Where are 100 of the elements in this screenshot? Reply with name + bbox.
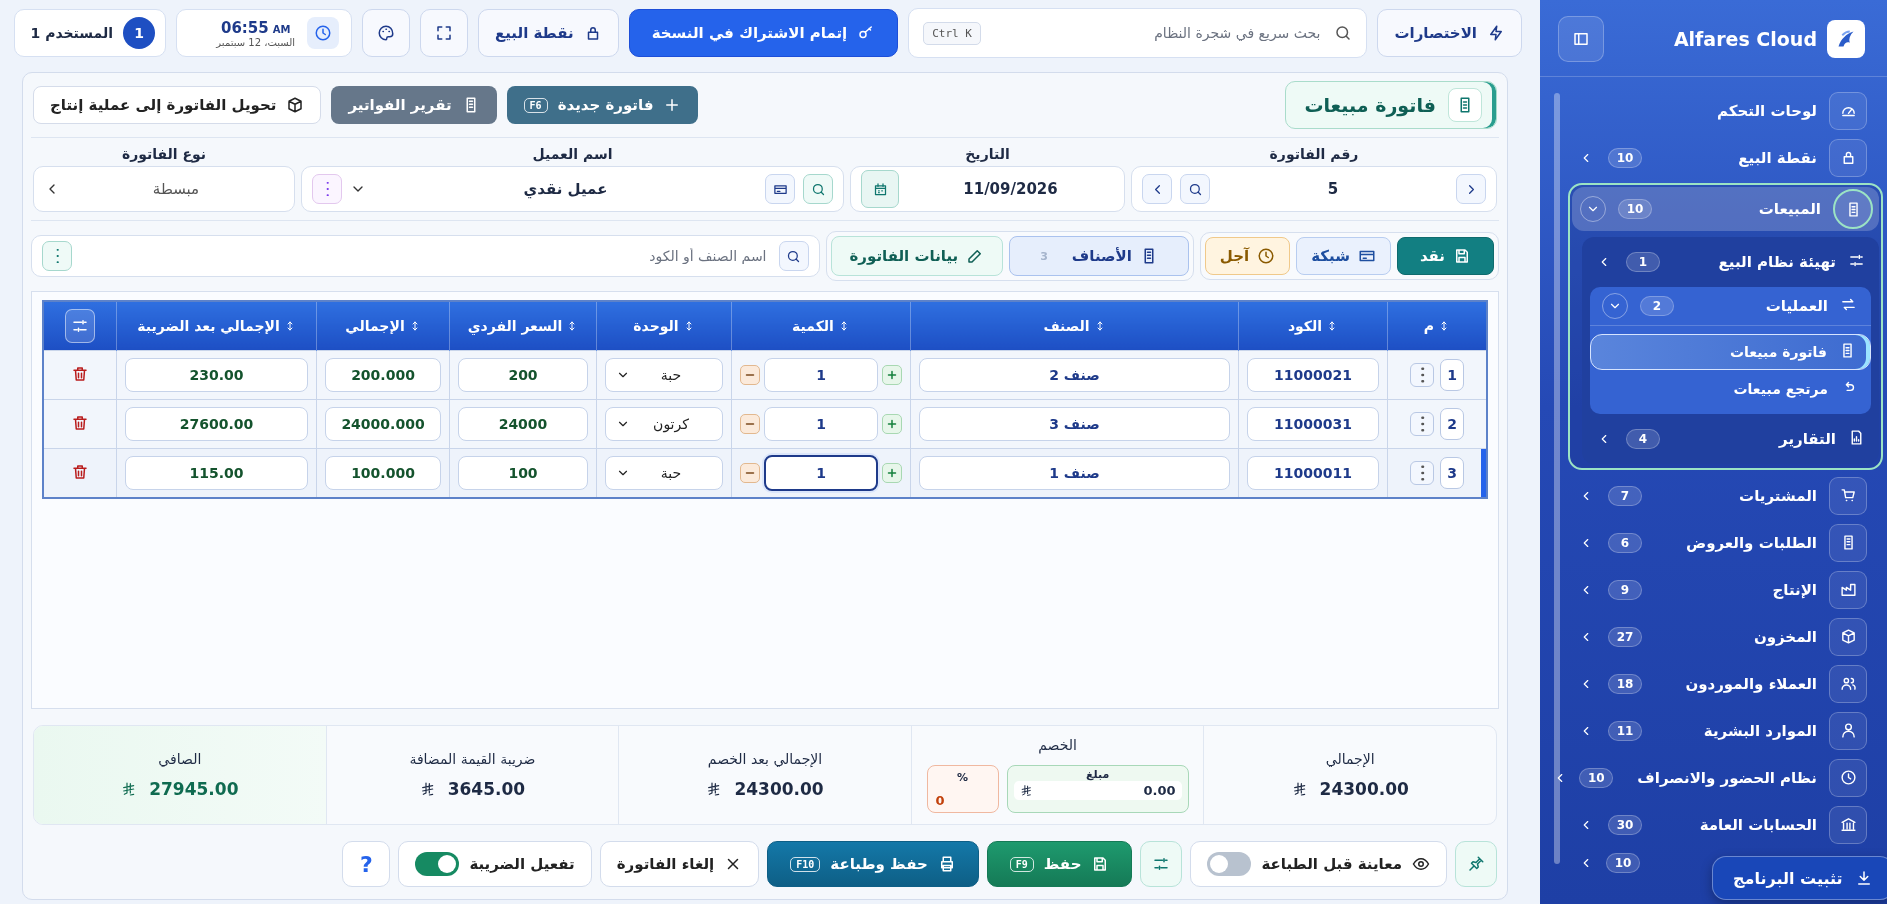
clock-time: 06:55 — [220, 18, 269, 37]
payment-tab[interactable]: آجل — [1204, 237, 1291, 275]
total-field[interactable]: 200.000 — [325, 358, 441, 392]
column-header[interactable]: الإجمالي — [316, 301, 450, 351]
column-header[interactable]: الوحدة — [596, 301, 732, 351]
trash-icon — [71, 413, 89, 432]
column-header[interactable]: الصنف — [910, 301, 1239, 351]
customer-field[interactable]: عميل نقدي — [301, 166, 844, 212]
palette-icon — [377, 24, 395, 42]
increase-button[interactable] — [882, 463, 902, 483]
row-menu-button[interactable] — [1410, 412, 1434, 436]
scrollbar[interactable] — [1554, 93, 1560, 864]
quantity-field[interactable]: 1 — [764, 455, 878, 491]
nav-item[interactable]: لوحات التحكم — [1568, 87, 1873, 134]
user-avatar: 1 — [123, 17, 155, 49]
action-button[interactable]: تقرير الفواتير — [331, 86, 497, 124]
field-label: التاريخ — [965, 146, 1010, 162]
unit-select[interactable]: حبة — [605, 358, 723, 392]
count-badge: 1 — [1626, 252, 1660, 272]
unit-select[interactable]: حبة — [605, 456, 723, 490]
riyal-icon — [419, 781, 436, 797]
code-field[interactable]: 11000011 — [1247, 456, 1379, 490]
count-badge: 18 — [1608, 673, 1642, 694]
tax-toggle[interactable]: تفعيل الضريبة — [398, 841, 592, 887]
shortcuts-button[interactable]: الاختصارات — [1377, 9, 1522, 57]
shortcut-key: F10 — [790, 856, 821, 872]
row-menu-button[interactable] — [1410, 461, 1434, 485]
invoice-number-field[interactable]: 5 — [1131, 166, 1497, 212]
code-field[interactable]: 11000031 — [1247, 407, 1379, 441]
price-field[interactable]: 24000 — [458, 407, 588, 441]
total-with-tax-field[interactable]: 27600.00 — [125, 407, 308, 441]
unit-select[interactable]: كرتون — [605, 407, 723, 441]
action-button[interactable]: تحويل الفاتورة إلى عملية إنتاج — [33, 86, 322, 124]
summary-label: الإجمالي بعد الخصم — [707, 751, 823, 767]
theme-button[interactable] — [362, 9, 410, 57]
subscribe-button[interactable]: إتمام الاشتراك في النسخة — [628, 9, 899, 57]
sliders-icon — [1152, 855, 1171, 873]
pos-button[interactable]: نقطة البيع — [478, 9, 619, 57]
decrease-button[interactable] — [740, 463, 760, 483]
search-icon — [1334, 24, 1353, 42]
discount-percent-field[interactable]: % 0 — [926, 765, 999, 813]
factory-icon — [1839, 581, 1857, 598]
decrease-button[interactable] — [740, 414, 760, 434]
payment-tab[interactable]: شبكة — [1296, 237, 1391, 275]
plus-icon — [886, 467, 898, 479]
fullscreen-button[interactable] — [420, 9, 468, 57]
row-menu-button[interactable] — [1410, 363, 1434, 387]
item-field[interactable]: صنف 3 — [919, 407, 1230, 441]
payment-tab[interactable]: نقد — [1396, 237, 1494, 275]
item-field[interactable]: صنف 1 — [919, 456, 1230, 490]
column-header[interactable]: الإجمالي بعد الضريبة — [116, 301, 317, 351]
count-badge: 2 — [1640, 296, 1674, 316]
print-preview-toggle[interactable]: معاينة قبل الطباعة — [1190, 841, 1447, 887]
price-field[interactable]: 100 — [458, 456, 588, 490]
install-button[interactable]: تثبيت البرنامج — [1712, 856, 1887, 900]
column-header[interactable]: م — [1387, 301, 1487, 351]
invoice-type-select[interactable]: مبسطة — [33, 166, 295, 212]
eye-icon — [1412, 855, 1430, 873]
row-number: 3 — [1440, 457, 1464, 489]
columns-settings-button[interactable] — [65, 309, 95, 343]
column-header[interactable]: الكمية — [731, 301, 911, 351]
code-field[interactable]: 11000021 — [1247, 358, 1379, 392]
count-badge: 9 — [1608, 579, 1642, 600]
item-field[interactable]: صنف 2 — [919, 358, 1230, 392]
summary-label: ضريبة القيمة المضافة — [409, 751, 536, 767]
logo-icon — [1827, 20, 1865, 58]
date-field[interactable]: 11/09/2026 — [850, 166, 1125, 212]
help-button[interactable]: ? — [342, 841, 391, 887]
quantity-field[interactable]: 1 — [764, 358, 878, 392]
bank-icon — [1839, 816, 1857, 833]
pin-button[interactable] — [1455, 841, 1497, 887]
increase-button[interactable] — [882, 414, 902, 434]
nav-item[interactable]: مرتجع مبيعات — [1590, 372, 1871, 406]
decrease-button[interactable] — [740, 365, 760, 385]
column-header[interactable]: السعر الفردي — [449, 301, 597, 351]
plus-icon — [886, 369, 898, 381]
price-field[interactable]: 200 — [458, 358, 588, 392]
settings-button[interactable] — [1140, 841, 1183, 887]
expand-icon — [435, 24, 453, 42]
nav-item[interactable]: فاتورة مبيعات — [1590, 334, 1871, 370]
view-tab[interactable]: بيانات الفاتورة — [830, 236, 1004, 276]
summary-value: 24300.00 — [1319, 779, 1409, 799]
sidebar-toggle-button[interactable] — [1558, 16, 1604, 62]
user-name: المستخدم 1 — [30, 25, 113, 41]
total-field[interactable]: 100.000 — [325, 456, 441, 490]
count-badge: 10 — [1579, 767, 1614, 788]
column-header[interactable]: الكود — [1238, 301, 1388, 351]
cancel-invoice-button[interactable]: إلغاء الفاتورة — [599, 841, 760, 887]
increase-button[interactable] — [882, 365, 902, 385]
bolt-icon — [1487, 24, 1505, 42]
total-with-tax-field[interactable]: 230.00 — [125, 358, 308, 392]
panel-icon — [1572, 30, 1590, 48]
quantity-field[interactable]: 1 — [764, 407, 878, 441]
riyal-icon — [1019, 784, 1033, 797]
search-field[interactable]: بحث سريع في شجرة النظام — [993, 24, 1323, 42]
total-field[interactable]: 24000.000 — [325, 407, 441, 441]
count-badge: 4 — [1626, 429, 1660, 449]
count-badge: 7 — [1608, 485, 1642, 506]
nav-item[interactable]: 10 — [1568, 848, 1656, 878]
total-with-tax-field[interactable]: 115.00 — [125, 456, 308, 490]
